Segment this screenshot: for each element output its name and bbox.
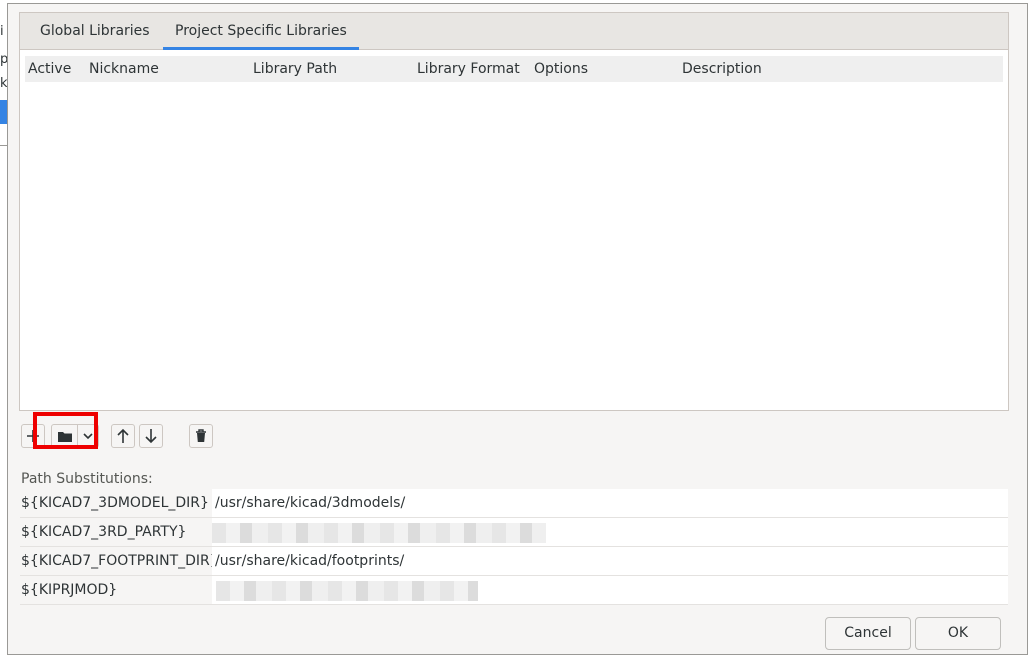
table-row: ${KICAD7_FOOTPRINT_DIR} /usr/share/kicad…: [20, 547, 1008, 576]
path-substitutions-label: Path Substitutions:: [21, 471, 153, 487]
redacted-value: [212, 523, 546, 543]
tab-global-libraries[interactable]: Global Libraries: [28, 13, 162, 50]
column-header-options[interactable]: Options: [534, 61, 588, 77]
library-grid-header: Active Nickname Library Path Library For…: [25, 56, 1003, 82]
column-header-library-path[interactable]: Library Path: [253, 61, 337, 77]
redacted-value: [216, 581, 478, 601]
library-tables-dialog: Global Libraries Project Specific Librar…: [7, 3, 1028, 655]
tab-bar: Global Libraries Project Specific Librar…: [20, 13, 1008, 50]
substitution-name: ${KICAD7_3RD_PARTY}: [20, 518, 211, 546]
libraries-notebook: Global Libraries Project Specific Librar…: [19, 12, 1009, 411]
column-header-nickname[interactable]: Nickname: [89, 61, 159, 77]
table-row: ${KICAD7_3RD_PARTY}: [20, 518, 1008, 547]
substitution-value[interactable]: [212, 576, 1008, 604]
arrow-up-icon: [116, 428, 130, 444]
ok-button[interactable]: OK: [915, 617, 1001, 650]
substitution-value[interactable]: /usr/share/kicad/3dmodels/: [212, 489, 1008, 517]
path-substitutions-table: ${KICAD7_3DMODEL_DIR} /usr/share/kicad/3…: [20, 489, 1008, 605]
substitution-name: ${KIPRJMOD}: [20, 576, 211, 604]
cancel-button[interactable]: Cancel: [825, 617, 911, 650]
move-up-button[interactable]: [111, 424, 135, 448]
table-row: ${KICAD7_3DMODEL_DIR} /usr/share/kicad/3…: [20, 489, 1008, 518]
tab-project-specific-libraries[interactable]: Project Specific Libraries: [163, 13, 359, 50]
move-down-button[interactable]: [139, 424, 163, 448]
substitution-value[interactable]: /usr/share/kicad/footprints/: [212, 547, 1008, 575]
arrow-down-icon: [144, 428, 158, 444]
column-header-library-format[interactable]: Library Format: [417, 61, 520, 77]
substitution-value[interactable]: [212, 518, 1008, 546]
annotation-highlight-box: [33, 412, 98, 449]
substitution-name: ${KICAD7_3DMODEL_DIR}: [20, 489, 211, 517]
substitution-name: ${KICAD7_FOOTPRINT_DIR}: [20, 547, 219, 575]
remove-library-button[interactable]: [189, 424, 213, 448]
trash-icon: [195, 429, 207, 443]
column-header-description[interactable]: Description: [682, 61, 762, 77]
table-row: ${KIPRJMOD}: [20, 576, 1008, 605]
column-header-active[interactable]: Active: [28, 61, 71, 77]
